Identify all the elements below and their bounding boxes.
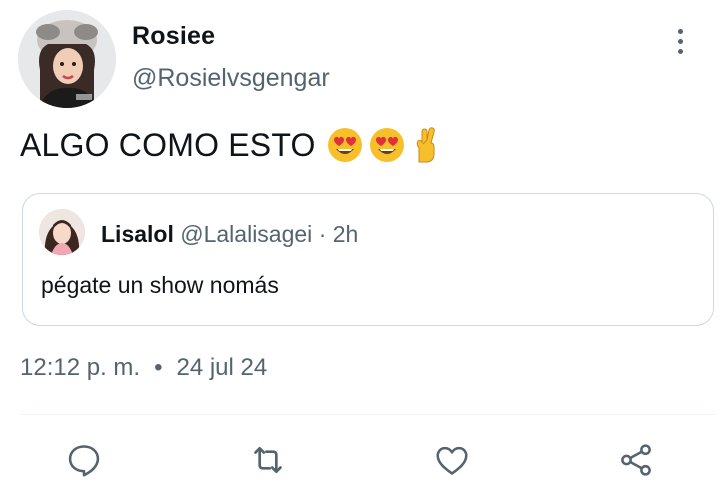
tweet-text-content: ALGO COMO ESTO (20, 126, 316, 163)
like-button[interactable] (432, 440, 472, 480)
retweet-button[interactable] (248, 440, 288, 480)
quoted-tweet-age: 2h (332, 221, 359, 247)
more-options-icon[interactable] (664, 24, 696, 58)
quoted-tweet-card[interactable]: Lisalol @Lalalisagei · 2h pégate un show… (22, 193, 714, 326)
reply-icon (68, 445, 100, 477)
actions-divider (20, 414, 716, 415)
heart-eyes-emoji-icon (327, 128, 362, 162)
crossed-fingers-emoji-icon (416, 127, 435, 163)
timestamp-separator: • (154, 354, 163, 381)
quoted-tweet-text: pégate un show nomás (41, 272, 279, 298)
tweet-text: ALGO COMO ESTO (20, 126, 440, 164)
author-name[interactable]: Rosiee (132, 22, 215, 51)
author-avatar[interactable] (18, 10, 116, 108)
share-icon (621, 444, 651, 476)
quoted-tweet-header: Lisalol @Lalalisagei · 2h (101, 221, 358, 248)
tweet-emojis (326, 126, 440, 164)
share-button[interactable] (616, 440, 656, 480)
quoted-author-handle[interactable]: @Lalalisagei (180, 221, 312, 247)
like-icon (436, 446, 468, 475)
tweet-time[interactable]: 12:12 p. m. (20, 354, 140, 381)
retweet-icon (254, 447, 282, 473)
tweet-timestamp: 12:12 p. m. • 24 jul 24 (20, 354, 267, 382)
reply-button[interactable] (64, 440, 104, 480)
heart-eyes-emoji-icon (369, 128, 404, 162)
author-handle[interactable]: @Rosielvsgengar (132, 64, 330, 93)
quoted-author-name[interactable]: Lisalol (101, 221, 174, 247)
quoted-dot-separator: · (318, 221, 327, 247)
tweet-date[interactable]: 24 jul 24 (176, 354, 267, 381)
quoted-author-avatar[interactable] (39, 209, 85, 255)
